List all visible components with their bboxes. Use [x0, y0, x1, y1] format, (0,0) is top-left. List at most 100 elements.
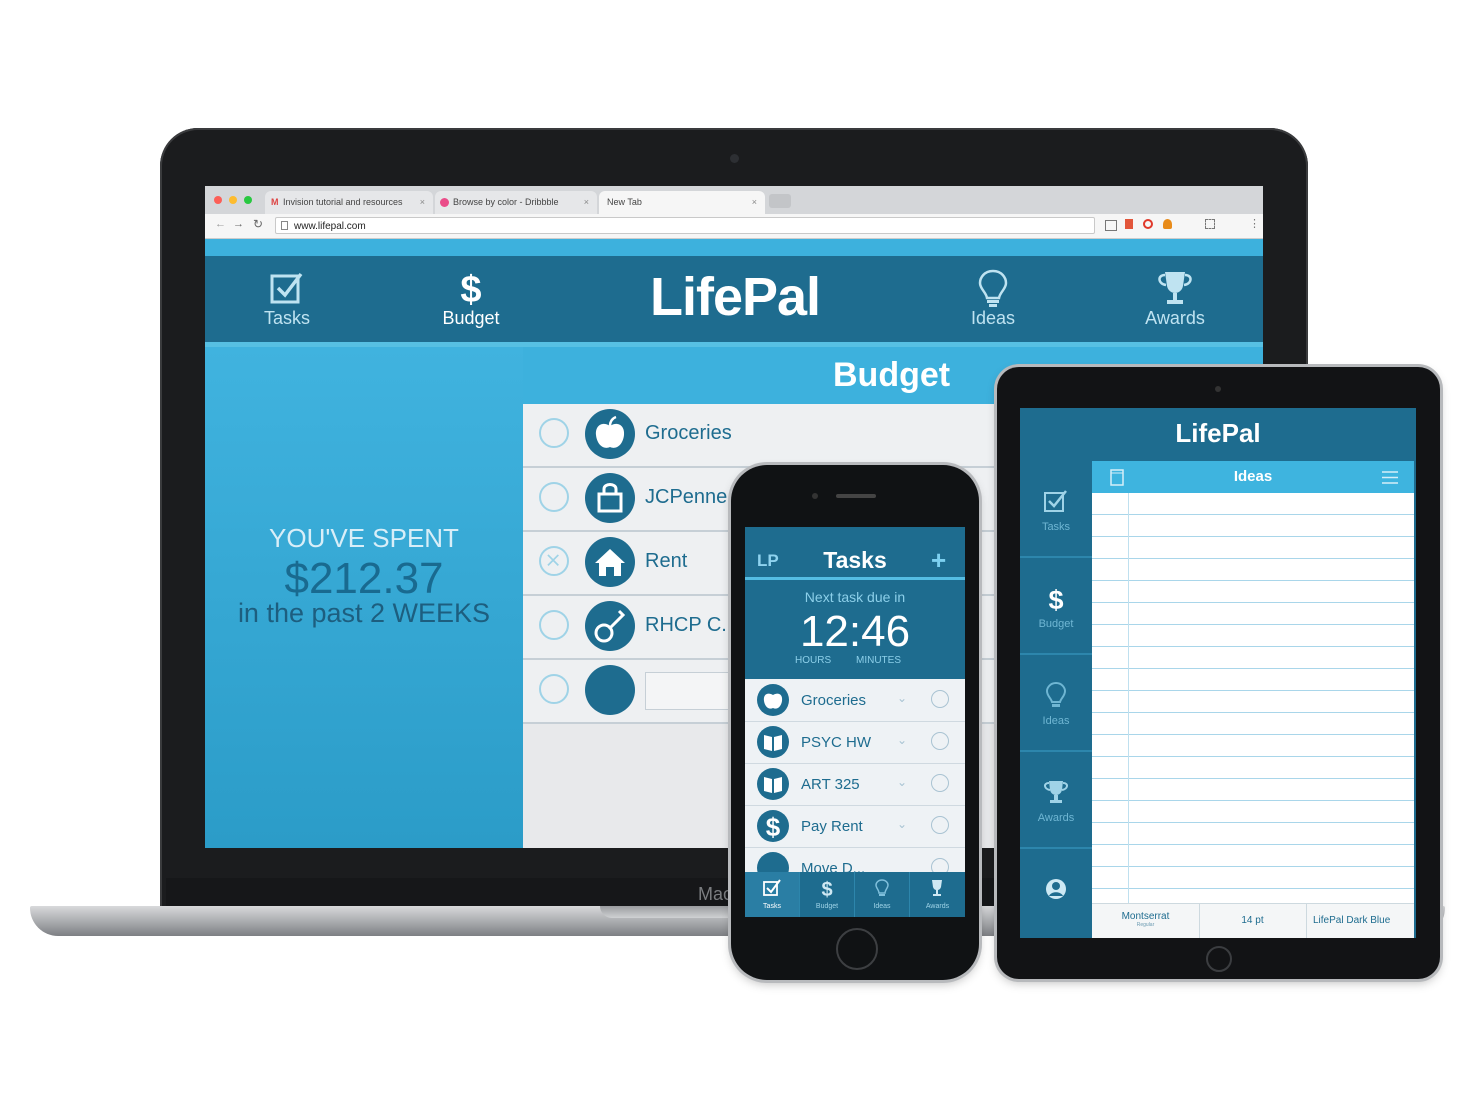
row-label: RHCP C... [645, 614, 738, 636]
apple-icon [585, 409, 635, 459]
notes-paper[interactable] [1092, 493, 1414, 903]
sidebar-item-budget[interactable]: $ Budget [1020, 558, 1092, 655]
row-label: Rent [645, 550, 688, 572]
font-style: Regular [1136, 922, 1155, 928]
tab-ideas[interactable]: Ideas [855, 872, 910, 917]
nav-label: Tasks [263, 308, 310, 328]
add-task-button[interactable]: + [931, 545, 946, 576]
opera-icon[interactable] [1143, 219, 1153, 229]
apple-icon [757, 684, 789, 716]
color-selector[interactable]: LifePal Dark Blue [1306, 904, 1415, 938]
qr-icon[interactable] [1205, 219, 1215, 229]
chevron-down-icon[interactable]: ⌄ [897, 817, 907, 831]
reload-icon[interactable]: ↻ [253, 217, 263, 231]
forward-icon[interactable]: → [233, 218, 244, 230]
menu-dots-icon[interactable]: ⋮ [1249, 217, 1260, 230]
back-icon[interactable]: ← [215, 218, 226, 230]
browser-tab-active[interactable]: New Tab × [599, 191, 765, 214]
clock-icon[interactable] [931, 732, 949, 750]
browser-tab-bar: M Invision tutorial and resources × Brow… [205, 186, 1263, 214]
sidebar-item-awards[interactable]: Awards [1020, 752, 1092, 849]
task-label: Pay Rent [801, 818, 863, 835]
phone-header: LP Tasks + [745, 537, 965, 575]
close-tab-icon[interactable]: × [420, 191, 425, 213]
tablet-camera [1215, 386, 1221, 392]
laptop-camera [730, 154, 739, 163]
checkbox-icon [763, 879, 781, 896]
task-label: ART 325 [801, 776, 860, 793]
url-bar[interactable]: www.lifepal.com [275, 217, 1095, 234]
task-row[interactable]: Groceries ⌄ [745, 679, 965, 722]
minutes-label: MINUTES [856, 655, 901, 666]
gmail-icon: M [271, 197, 279, 207]
page-title: Budget [833, 356, 951, 394]
hours-label: HOURS [795, 655, 832, 666]
phone-home-button[interactable] [836, 928, 878, 970]
checkbox-icon [270, 272, 303, 304]
extension-icon[interactable] [1125, 219, 1133, 229]
svg-text:$: $ [821, 879, 832, 898]
nav-tasks[interactable]: Tasks [227, 256, 347, 342]
close-tab-icon[interactable]: × [752, 191, 757, 213]
lightbulb-icon [1045, 681, 1067, 707]
next-task-label: Next task due in [804, 589, 906, 605]
row-checkbox[interactable] [539, 674, 569, 704]
browser-tab[interactable]: Browse by color - Dribbble × [435, 191, 597, 214]
tab-label: Invision tutorial and resources [283, 197, 403, 207]
chevron-down-icon[interactable]: ⌄ [897, 775, 907, 789]
row-checkbox[interactable] [539, 610, 569, 640]
browser-tab[interactable]: M Invision tutorial and resources × [265, 191, 433, 214]
chevron-down-icon[interactable]: ⌄ [897, 691, 907, 705]
font-selector[interactable]: Montserrat Regular [1092, 904, 1200, 938]
nav-awards[interactable]: Awards [1115, 256, 1235, 342]
hamburger-icon[interactable] [1382, 471, 1398, 484]
sidebar-item-tasks[interactable]: Tasks [1020, 461, 1092, 558]
trophy-icon [1158, 272, 1192, 304]
new-tab-button[interactable] [769, 194, 791, 208]
tablet-screen: LifePal Tasks $ Budget Ideas Awards Idea… [1020, 408, 1416, 938]
phone-speaker [836, 494, 876, 498]
close-tab-icon[interactable]: × [584, 191, 589, 213]
format-toolbar: Montserrat Regular 14 pt LifePal Dark Bl… [1092, 903, 1414, 938]
sidebar-item-profile[interactable] [1020, 849, 1092, 938]
clock-icon[interactable] [931, 816, 949, 834]
color-name: LifePal Dark Blue [1313, 915, 1391, 926]
task-row[interactable]: $ Pay Rent ⌄ [745, 805, 965, 848]
svg-text:$: $ [1048, 585, 1063, 612]
size-selector[interactable]: 14 pt [1199, 915, 1306, 926]
maximize-window-button[interactable] [244, 196, 252, 204]
row-checkbox-checked[interactable] [539, 546, 569, 576]
row-label: Groceries [645, 422, 732, 444]
flame-icon[interactable] [1163, 219, 1172, 229]
checkbox-icon [1044, 490, 1067, 512]
minimize-window-button[interactable] [229, 196, 237, 204]
sidebar-label: Awards [1037, 812, 1075, 824]
book-icon [757, 768, 789, 800]
chevron-down-icon[interactable]: ⌄ [897, 733, 907, 747]
tab-tasks[interactable]: Tasks [745, 872, 800, 917]
nav-ideas[interactable]: Ideas [933, 256, 1053, 342]
close-window-button[interactable] [214, 196, 222, 204]
sidebar-label: Ideas [1042, 715, 1070, 727]
clock-icon[interactable] [931, 774, 949, 792]
svg-text:$: $ [766, 812, 781, 842]
task-label: Groceries [801, 692, 867, 709]
sidebar-label: Budget [1038, 618, 1074, 630]
tab-awards[interactable]: Awards [910, 872, 965, 917]
nav-label: Ideas [970, 308, 1016, 328]
tab-label: Awards [925, 903, 950, 910]
clock-icon[interactable] [931, 690, 949, 708]
row-checkbox[interactable] [539, 418, 569, 448]
spent-period: in the past 2 WEEKS [237, 598, 491, 628]
sidebar-item-ideas[interactable]: Ideas [1020, 655, 1092, 752]
task-row[interactable]: PSYC HW ⌄ [745, 721, 965, 764]
phone-tab-bar: Tasks $ Budget Ideas Awards [745, 872, 965, 917]
row-checkbox[interactable] [539, 482, 569, 512]
tablet-home-button[interactable] [1206, 946, 1232, 972]
nav-budget[interactable]: $ Budget [411, 256, 531, 342]
cast-icon[interactable] [1105, 220, 1117, 231]
svg-text:$: $ [460, 269, 481, 308]
task-row[interactable]: ART 325 ⌄ [745, 763, 965, 806]
tab-budget[interactable]: $ Budget [800, 872, 855, 917]
tab-label: Ideas [873, 903, 891, 910]
